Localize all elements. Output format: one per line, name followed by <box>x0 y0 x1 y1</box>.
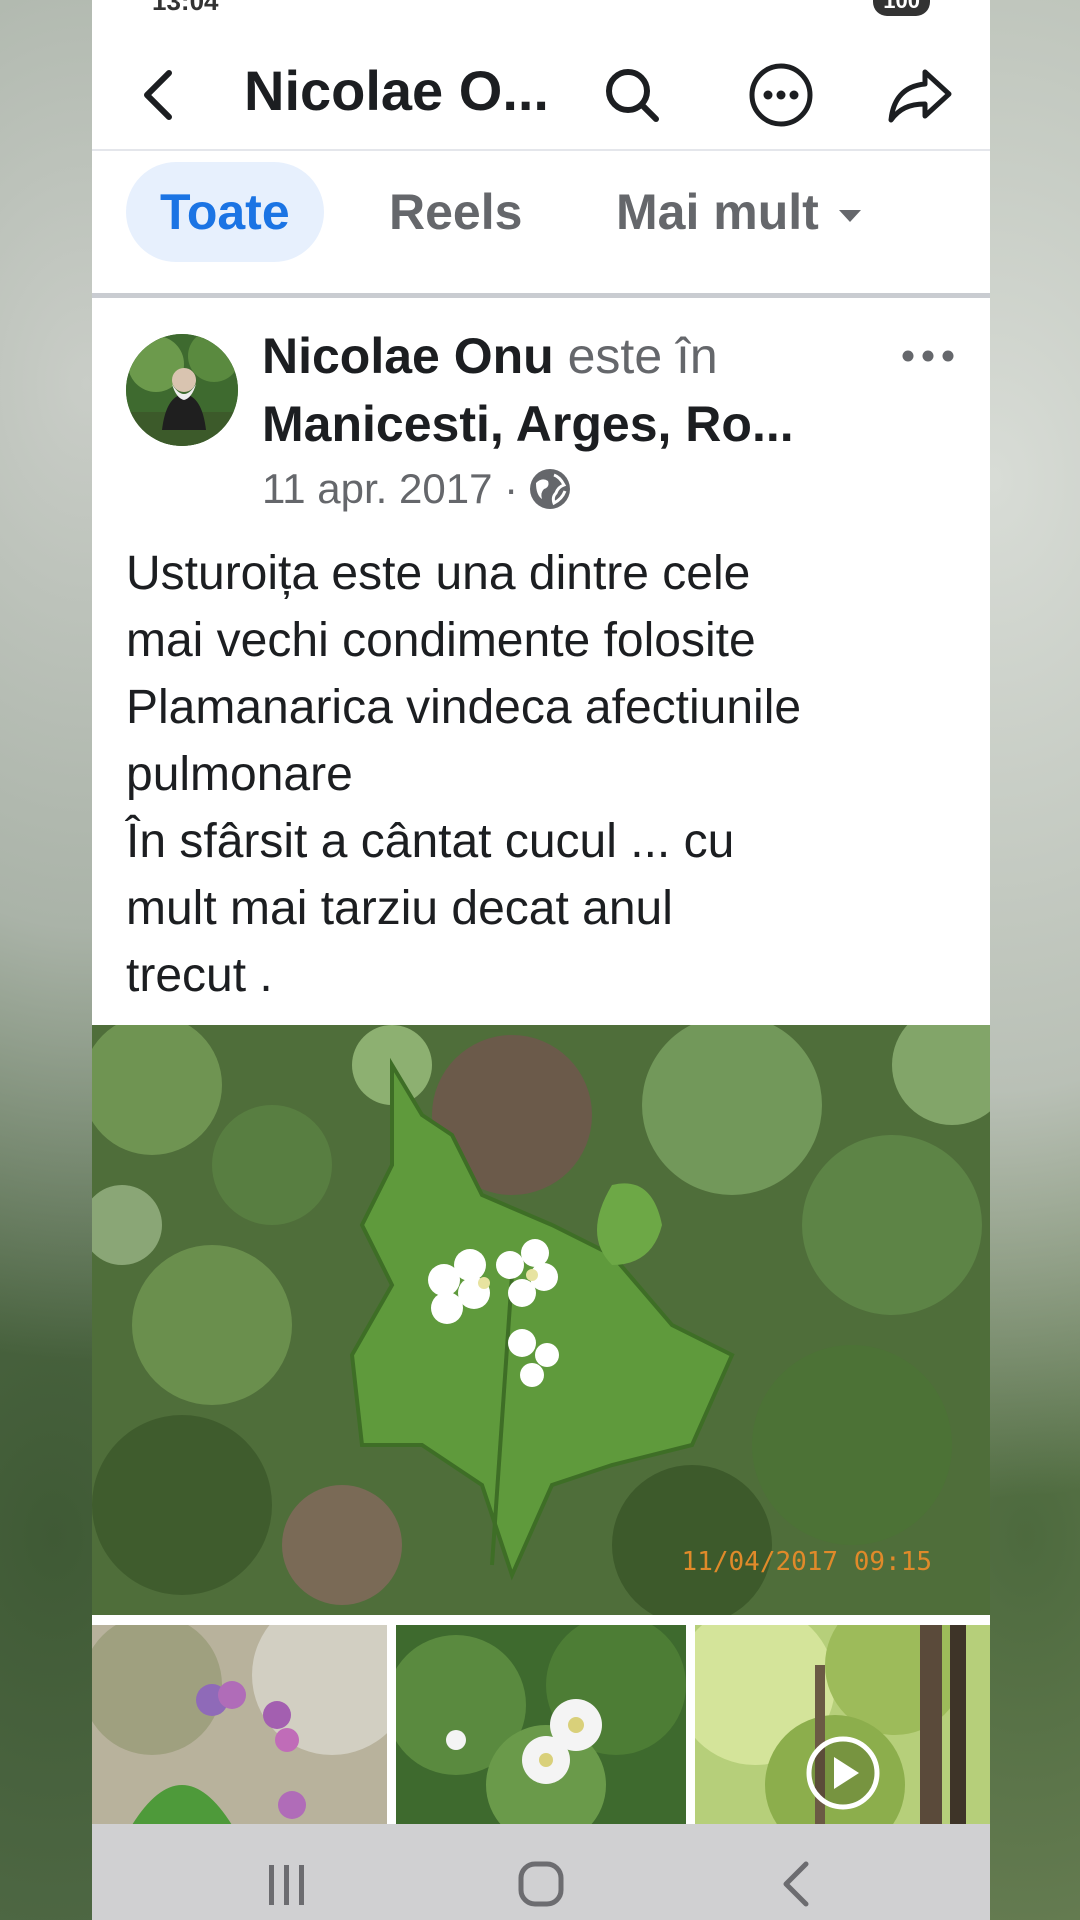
post-author-line: Nicolae Onu este în Manicesti, Arges, Ro… <box>262 322 872 458</box>
thumbnail-lungwort[interactable] <box>92 1625 387 1825</box>
thumbnail-white-flowers[interactable] <box>396 1625 686 1825</box>
system-navigation-bar <box>92 1824 990 1920</box>
tab-mai-mult[interactable]: Mai mult <box>616 162 863 262</box>
back-chevron-icon <box>783 1861 809 1907</box>
post-location[interactable]: Manicesti, Arges, Ro... <box>262 390 852 458</box>
more-options-button[interactable] <box>736 50 826 140</box>
tab-toate[interactable]: Toate <box>126 162 324 262</box>
photo-timestamp: 11/04/2017 09:15 <box>681 1547 932 1577</box>
recents-button[interactable] <box>252 1854 322 1914</box>
share-button[interactable] <box>880 55 960 135</box>
more-icon <box>749 63 813 127</box>
author-verb: este în <box>553 328 718 384</box>
home-button[interactable] <box>506 1854 576 1914</box>
thumbnail-image <box>92 1625 387 1825</box>
back-arrow-icon <box>144 70 172 120</box>
search-icon <box>606 69 659 122</box>
globe-icon <box>530 469 571 509</box>
plant-photo-image <box>92 1025 990 1615</box>
post-photo-garlic-mustard[interactable]: 11/04/2017 09:15 <box>92 1025 990 1615</box>
header-divider <box>92 149 990 151</box>
tab-reels[interactable]: Reels <box>389 162 522 262</box>
post-options-button[interactable] <box>898 338 958 374</box>
system-back-button[interactable] <box>760 1854 830 1914</box>
recents-icon <box>269 1865 304 1905</box>
ellipsis-icon <box>902 350 954 362</box>
status-time: 13:04 <box>152 0 219 16</box>
thumbnail-image <box>695 1625 990 1825</box>
page-title: Nicolae O... <box>244 59 549 122</box>
thumbnail-forest-video[interactable] <box>695 1625 990 1825</box>
avatar[interactable] <box>126 334 238 446</box>
post-text: Usturoița este una dintre cele mai vechi… <box>126 547 802 1002</box>
author-avatar-image <box>126 334 238 446</box>
post-date[interactable]: 11 apr. 2017 · <box>262 465 518 513</box>
facebook-profile-screen: 13:04 100 Nicolae O... Toate Reels Mai m… <box>92 0 990 1920</box>
caret-down-icon <box>838 209 861 222</box>
battery-indicator: 100 <box>873 0 930 16</box>
home-icon <box>518 1861 564 1907</box>
thumbnail-image <box>396 1625 686 1825</box>
author-name[interactable]: Nicolae Onu <box>262 328 554 384</box>
status-bar: 13:04 100 <box>92 0 990 18</box>
tabs-divider <box>92 293 990 298</box>
post-meta: 11 apr. 2017 · <box>262 465 572 513</box>
share-icon <box>888 69 952 123</box>
search-button[interactable] <box>592 55 672 135</box>
tab-mai-mult-label: Mai mult <box>616 184 819 240</box>
back-button[interactable] <box>122 60 192 130</box>
